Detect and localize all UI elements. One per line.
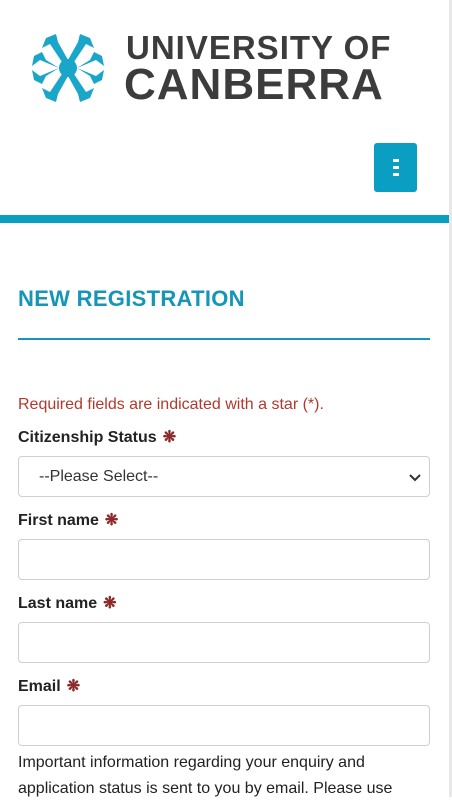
menu-button[interactable] (374, 143, 417, 192)
citizenship-label: Citizenship Status ❋ (18, 428, 430, 448)
email-label: Email ❋ (18, 677, 430, 697)
required-star-icon: ❋ (66, 678, 81, 695)
first-name-label-text: First name (18, 512, 99, 529)
email-label-text: Email (18, 678, 61, 695)
last-name-label: Last name ❋ (18, 594, 430, 614)
required-star-icon: ❋ (104, 512, 119, 529)
email-info-text: Important information regarding your enq… (18, 754, 393, 797)
logo-text-canberra: CANBERRA (124, 60, 384, 109)
header-accent-bar (0, 215, 449, 223)
registration-form-section: NEW REGISTRATION Required fields are ind… (18, 223, 430, 802)
required-star-icon: ❋ (103, 595, 117, 612)
chevron-down-icon (409, 474, 421, 482)
citizenship-label-text: Citizenship Status (18, 429, 157, 446)
first-name-label: First name ❋ (18, 511, 430, 531)
university-logo[interactable]: UNIVERSITY OF CANBERRA (28, 30, 390, 108)
email-field[interactable] (18, 705, 430, 746)
logo-emblem-icon (32, 34, 104, 102)
title-divider (18, 338, 430, 340)
first-name-field[interactable] (18, 539, 430, 580)
last-name-label-text: Last name (18, 595, 98, 612)
required-fields-note: Required fields are indicated with a sta… (18, 396, 324, 413)
citizenship-select[interactable]: --Please Select-- (18, 456, 430, 497)
last-name-field[interactable] (18, 622, 430, 663)
page-title: NEW REGISTRATION (18, 286, 245, 311)
required-star-icon: ❋ (162, 429, 177, 446)
citizenship-selected-value: --Please Select-- (39, 468, 159, 485)
site-header: UNIVERSITY OF CANBERRA (0, 0, 452, 215)
